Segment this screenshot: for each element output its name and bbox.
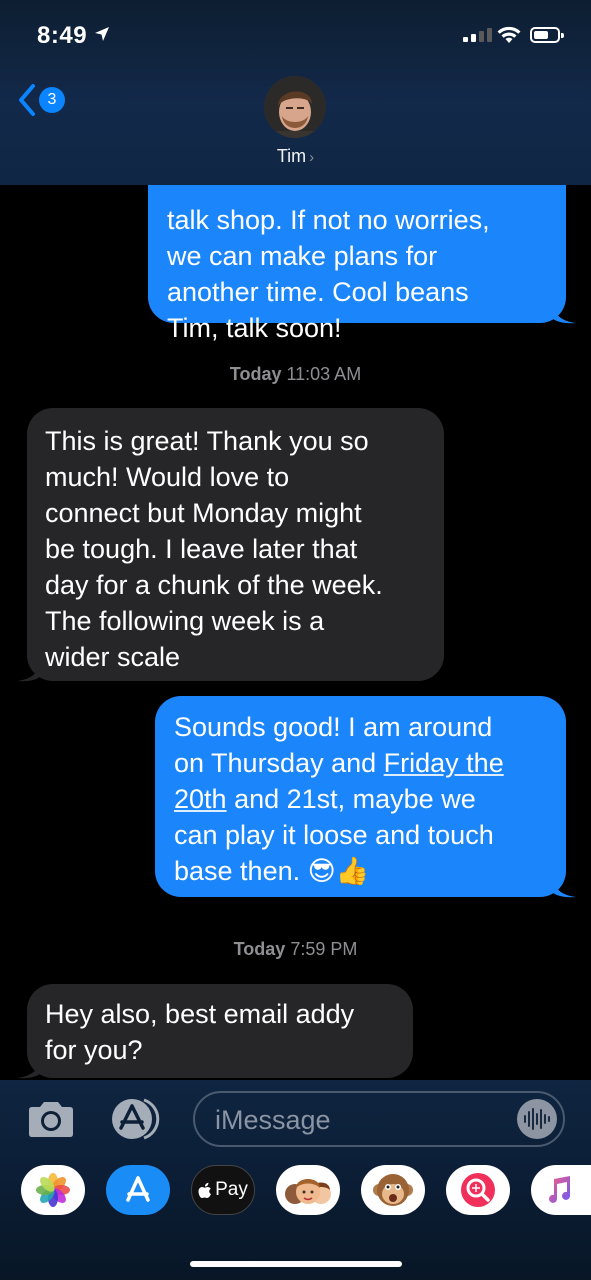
bubble-tail-icon (17, 1057, 41, 1079)
message-line: can play it loose and touch (174, 820, 494, 850)
contact-name[interactable]: Tim › (0, 146, 591, 167)
incoming-message-bubble[interactable]: Hey also, best email addy for you? (17, 984, 413, 1079)
status-time: 8:49 (37, 22, 88, 49)
cellular-signal-icon (463, 28, 492, 42)
imessage-field[interactable] (193, 1091, 565, 1147)
message-line: be tough. I leave later that (45, 534, 358, 564)
app-store-icon (112, 1098, 160, 1140)
message-line: This is great! Thank you so (45, 426, 369, 456)
back-button[interactable]: 3 (18, 84, 65, 116)
wifi-icon (497, 26, 521, 43)
audio-message-button[interactable] (517, 1099, 557, 1139)
apple-logo-icon (198, 1182, 212, 1198)
message-line: another time. Cool beans (167, 277, 469, 307)
unread-count-badge: 3 (39, 87, 65, 113)
message-line: Hey also, best email addy (45, 999, 355, 1029)
message-input[interactable] (213, 1099, 507, 1141)
bubble-tail-icon (552, 302, 576, 324)
message-line: wider scale (45, 642, 181, 672)
photos-icon (36, 1173, 70, 1207)
memoji-icon (285, 1179, 331, 1204)
photos-app-button[interactable] (21, 1165, 85, 1215)
message-line: day for a chunk of the week. (45, 570, 383, 600)
camera-button[interactable] (26, 1099, 76, 1139)
message-line: base then. 😎👍 (174, 856, 370, 886)
apple-pay-button[interactable]: Pay (191, 1165, 255, 1215)
music-icon (549, 1176, 570, 1203)
app-store-icon (126, 1176, 150, 1202)
incoming-message-bubble[interactable]: This is great! Thank you so much! Would … (17, 408, 444, 682)
message-line: 20th and 21st, maybe we (174, 784, 476, 814)
animoji-monkey-icon (373, 1174, 413, 1206)
chevron-left-icon (19, 84, 35, 116)
bubble-tail-icon (17, 660, 41, 682)
avatar-photo (264, 76, 326, 138)
gif-search-icon (461, 1173, 495, 1207)
contact-avatar[interactable] (264, 76, 326, 138)
message-line: Sounds good! I am around (174, 712, 493, 742)
message-line: talk shop. If not no worries, (167, 205, 490, 235)
message-line: connect but Monday might (45, 498, 362, 528)
message-line: The following week is a (45, 606, 325, 636)
home-indicator[interactable] (190, 1261, 402, 1267)
message-line: Tim, talk soon! (167, 313, 342, 343)
gif-search-button[interactable] (446, 1165, 510, 1215)
apple-pay-label: Pay (215, 1179, 248, 1200)
status-bar: 8:49 (0, 0, 591, 70)
bubble-tail-icon (552, 876, 576, 898)
chevron-right-icon: › (309, 149, 315, 166)
message-line: we can make plans for (167, 241, 438, 271)
timestamp: Today 7:59 PM (233, 939, 358, 959)
date-link[interactable]: Friday the (384, 748, 504, 778)
date-link[interactable]: 20th (174, 784, 227, 814)
conversation-header: 8:49 3 Tim › (0, 0, 591, 185)
message-line: much! Would love to (45, 462, 290, 492)
music-button[interactable] (531, 1165, 591, 1215)
app-store-tray-button[interactable] (106, 1165, 170, 1215)
app-store-apps-button[interactable] (108, 1096, 168, 1142)
outgoing-message-bubble[interactable]: Sounds good! I am around on Thursday and… (155, 696, 576, 898)
animoji-button[interactable] (361, 1165, 425, 1215)
timestamp: Today 11:03 AM (229, 364, 362, 384)
message-line: on Thursday and Friday the (174, 748, 504, 778)
memoji-button[interactable] (276, 1165, 340, 1215)
battery-icon (530, 27, 564, 43)
location-arrow-icon (95, 27, 109, 41)
message-line: for you? (45, 1035, 143, 1065)
